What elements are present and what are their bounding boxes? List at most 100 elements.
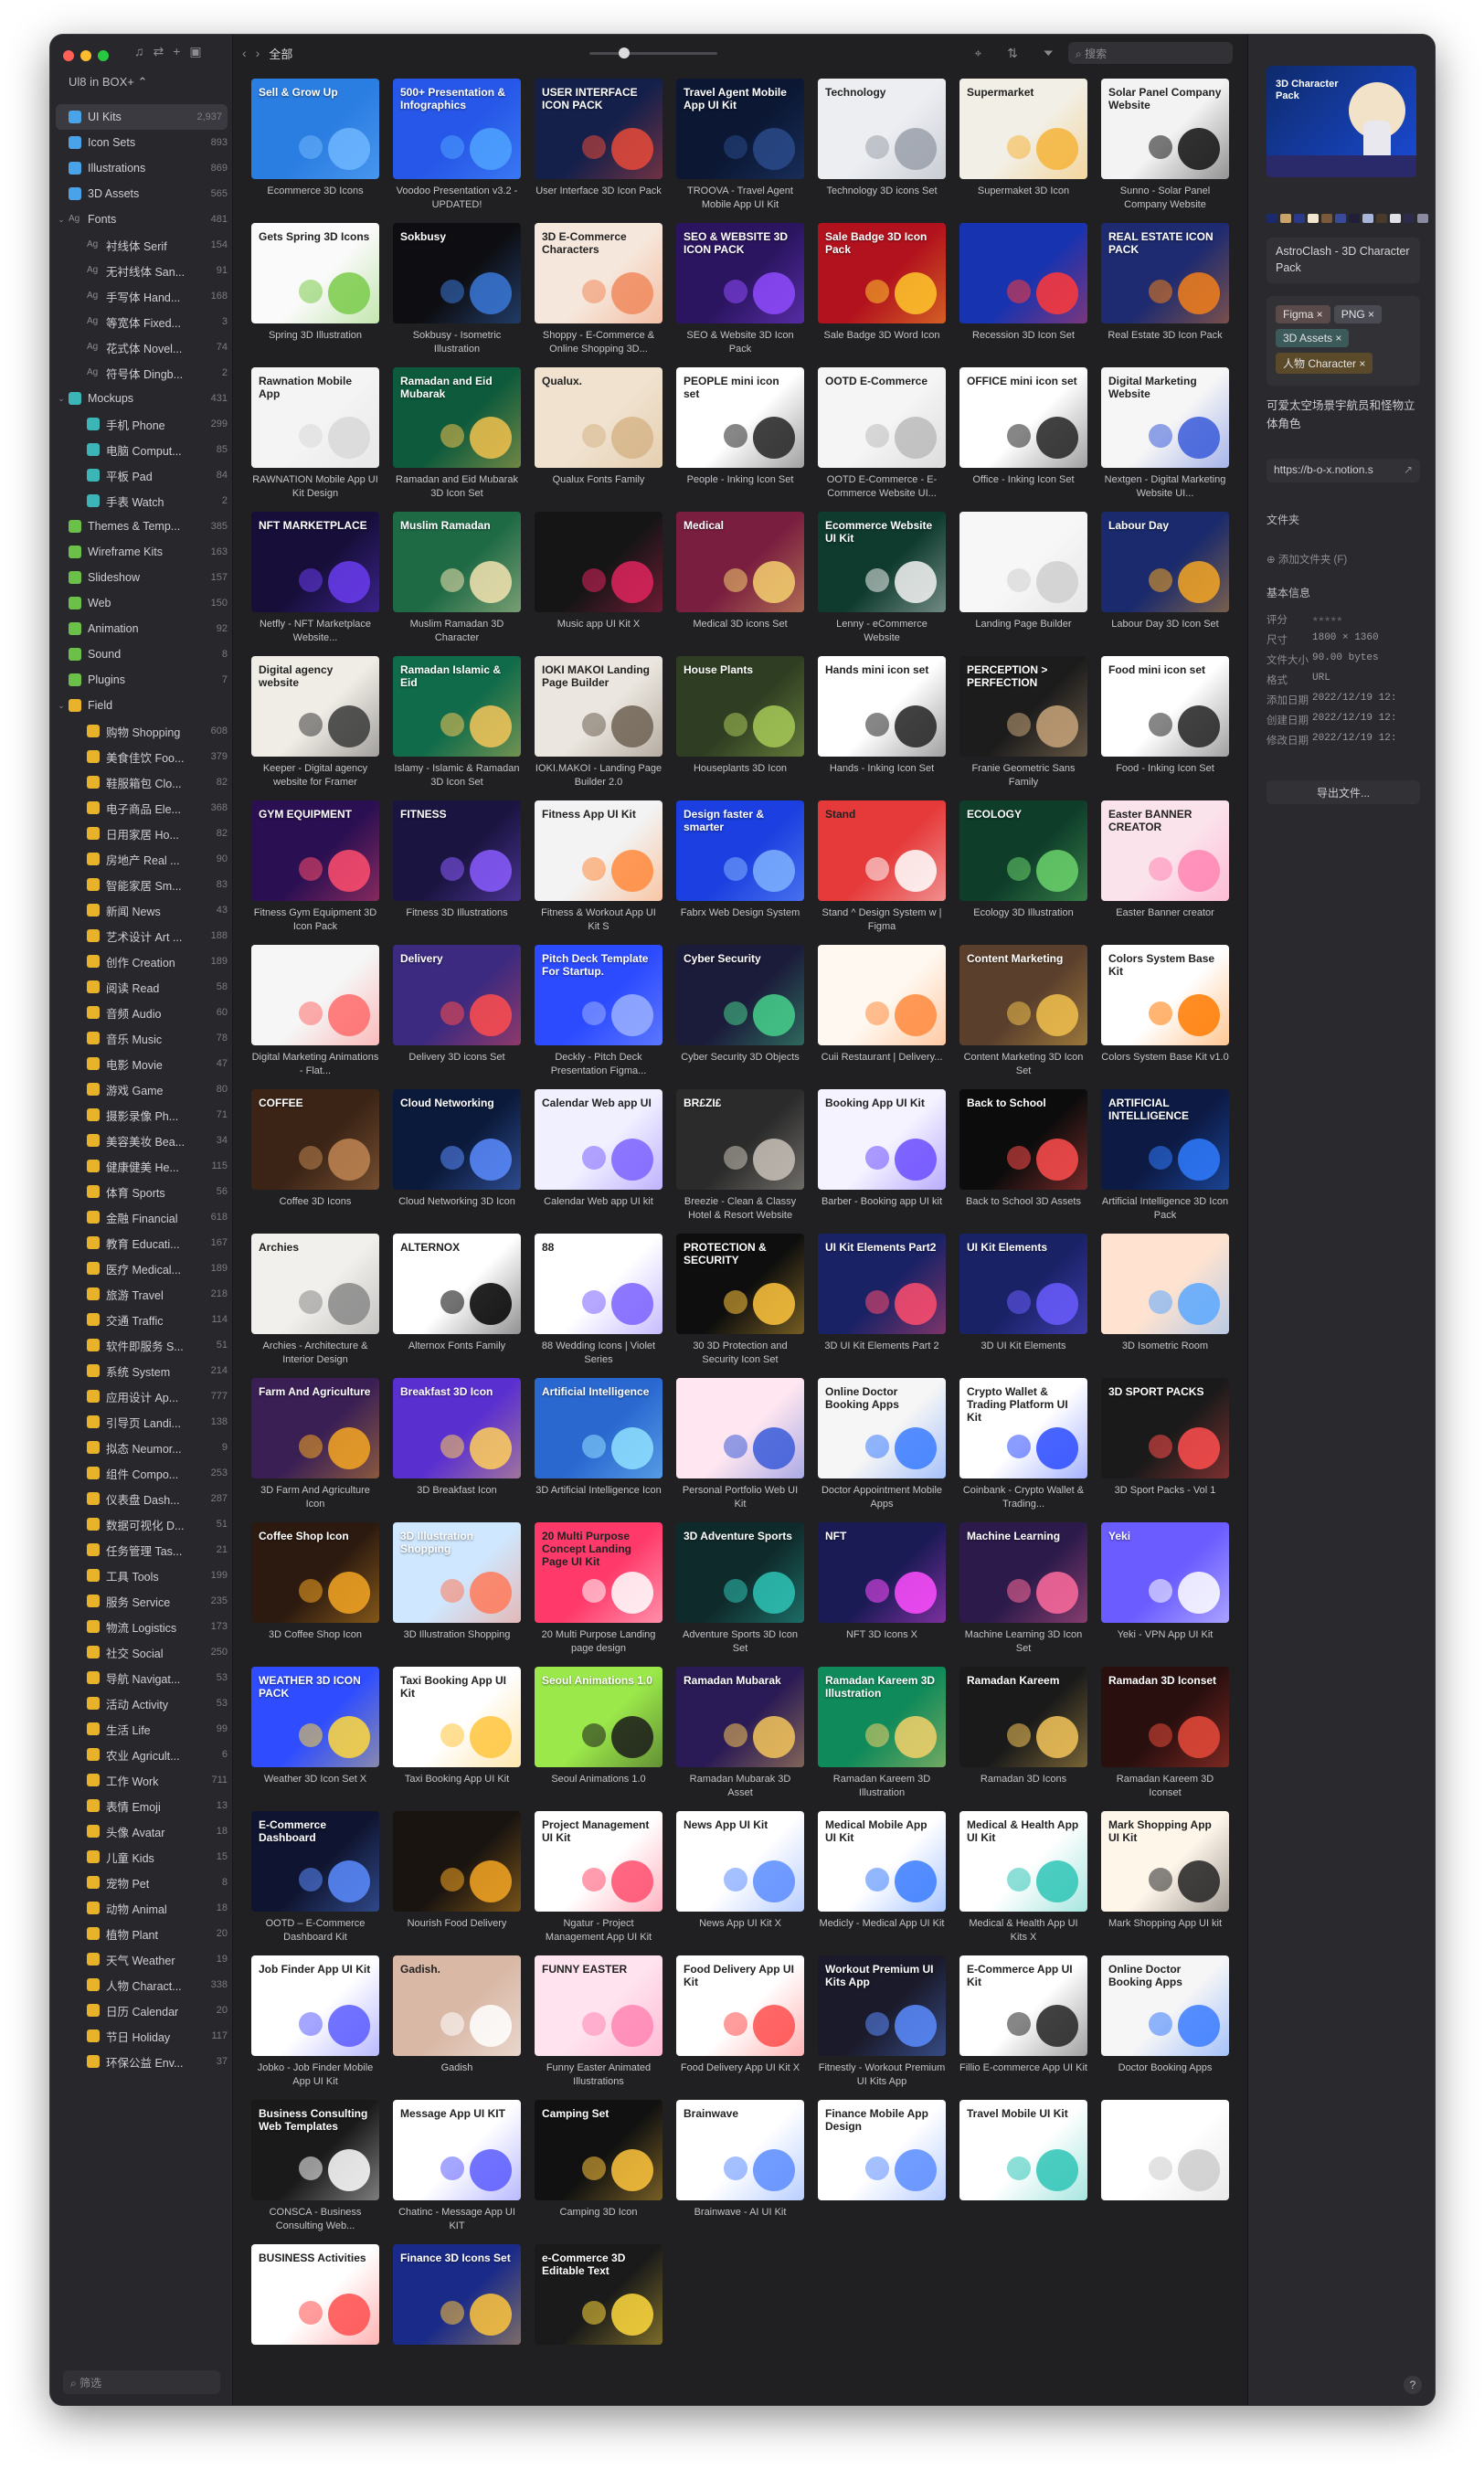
asset-card[interactable]: 88 88 Wedding Icons | Violet Series bbox=[535, 1234, 662, 1367]
asset-card[interactable]: Food mini icon set Food - Inking Icon Set bbox=[1101, 656, 1229, 789]
asset-thumbnail[interactable]: FITNESS bbox=[393, 800, 521, 901]
asset-card[interactable]: Ramadan Kareem 3D Illustration Ramadan Ka… bbox=[818, 1667, 946, 1800]
remove-tag-icon[interactable]: × bbox=[1332, 332, 1341, 344]
tag-chip[interactable]: PNG × bbox=[1333, 305, 1383, 323]
asset-card[interactable]: Medical & Health App UI Kit Medical & Hea… bbox=[959, 1811, 1087, 1944]
sidebar-item[interactable]: ⌄ Ag Fonts 481 bbox=[50, 207, 233, 232]
sidebar-item[interactable]: ⌄ Mockups 431 bbox=[50, 386, 233, 411]
asset-card[interactable]: Ramadan Kareem Ramadan 3D Icons bbox=[959, 1667, 1087, 1800]
asset-card[interactable]: Ramadan Islamic & Eid Islamy - Islamic & … bbox=[393, 656, 521, 789]
asset-card[interactable]: Rawnation Mobile App RAWNATION Mobile App… bbox=[251, 367, 379, 501]
sidebar-item[interactable]: Ag 等宽体 Fixed... 3 bbox=[50, 309, 233, 334]
asset-thumbnail[interactable]: PERCEPTION > PERFECTION bbox=[959, 656, 1087, 757]
asset-thumbnail[interactable]: Ramadan Kareem bbox=[959, 1667, 1087, 1767]
asset-thumbnail[interactable]: Cloud Networking bbox=[393, 1089, 521, 1190]
asset-card[interactable]: Qualux. Qualux Fonts Family bbox=[535, 367, 662, 501]
asset-card[interactable]: Machine Learning Machine Learning 3D Icon… bbox=[959, 1522, 1087, 1656]
sidebar-item[interactable]: Ag 花式体 Novel... 74 bbox=[50, 334, 233, 360]
asset-thumbnail[interactable]: Calendar Web app UI bbox=[535, 1089, 662, 1190]
asset-card[interactable]: Crypto Wallet & Trading Platform UI Kit C… bbox=[959, 1378, 1087, 1511]
sidebar-item[interactable]: 物流 Logistics 173 bbox=[50, 1614, 233, 1639]
asset-card[interactable]: Medical Mobile App UI Kit Medicly - Medic… bbox=[818, 1811, 946, 1944]
sidebar-item[interactable]: ⌄ Field bbox=[50, 693, 233, 718]
asset-card[interactable]: Design faster & smarter Fabrx Web Design … bbox=[676, 800, 804, 934]
asset-thumbnail[interactable]: NFT MARKETPLACE bbox=[251, 512, 379, 612]
asset-card[interactable]: PROTECTION & SECURITY 30 3D Protection an… bbox=[676, 1234, 804, 1367]
tag-chip[interactable]: 人物 Character × bbox=[1276, 353, 1373, 374]
sidebar-item[interactable]: 天气 Weather 19 bbox=[50, 1946, 233, 1972]
asset-card[interactable]: Mark Shopping App UI Kit Mark Shopping Ap… bbox=[1101, 1811, 1229, 1944]
asset-card[interactable]: Muslim Ramadan Muslim Ramadan 3D Characte… bbox=[393, 512, 521, 645]
asset-card[interactable]: 3D Adventure Sports Adventure Sports 3D I… bbox=[676, 1522, 804, 1656]
asset-thumbnail[interactable]: e-Commerce 3D Editable Text bbox=[535, 2244, 662, 2345]
asset-thumbnail[interactable]: UI Kit Elements bbox=[959, 1234, 1087, 1334]
asset-card[interactable]: NFT MARKETPLACE Netfly - NFT Marketplace … bbox=[251, 512, 379, 645]
asset-card[interactable]: Music app UI Kit X bbox=[535, 512, 662, 645]
color-palette[interactable] bbox=[1267, 214, 1428, 223]
asset-thumbnail[interactable]: Medical bbox=[676, 512, 804, 612]
sidebar-item[interactable]: 艺术设计 Art ... 188 bbox=[50, 923, 233, 948]
color-swatch[interactable] bbox=[1294, 214, 1305, 223]
back-icon[interactable]: ‹ bbox=[242, 46, 247, 60]
filter-input[interactable]: ⌕ 筛选 bbox=[63, 2370, 220, 2394]
sidebar-item[interactable]: 电影 Movie 47 bbox=[50, 1051, 233, 1076]
asset-card[interactable]: Recession 3D Icon Set bbox=[959, 223, 1087, 356]
asset-card[interactable]: REAL ESTATE ICON PACK Real Estate 3D Icon… bbox=[1101, 223, 1229, 356]
search-input[interactable]: ⌕ 搜索 bbox=[1068, 42, 1233, 64]
asset-card[interactable]: Technology Technology 3D icons Set bbox=[818, 79, 946, 212]
sidebar-item[interactable]: Themes & Temp... 385 bbox=[50, 514, 233, 539]
asset-thumbnail[interactable]: 20 Multi Purpose Concept Landing Page UI… bbox=[535, 1522, 662, 1623]
asset-card[interactable]: Finance Mobile App Design bbox=[818, 2100, 946, 2233]
asset-card[interactable]: COFFEE Coffee 3D Icons bbox=[251, 1089, 379, 1223]
asset-thumbnail[interactable]: Qualux. bbox=[535, 367, 662, 468]
asset-card[interactable]: Ramadan and Eid Mubarak Ramadan and Eid M… bbox=[393, 367, 521, 501]
asset-thumbnail[interactable]: E-Commerce Dashboard bbox=[251, 1811, 379, 1912]
sidebar-item[interactable]: 交通 Traffic 114 bbox=[50, 1307, 233, 1332]
asset-card[interactable]: Hands mini icon set Hands - Inking Icon S… bbox=[818, 656, 946, 789]
sidebar-item[interactable]: 仪表盘 Dash... 287 bbox=[50, 1486, 233, 1511]
color-swatch[interactable] bbox=[1362, 214, 1373, 223]
sidebar-item[interactable]: 新闻 News 43 bbox=[50, 897, 233, 923]
sidebar-item[interactable]: 农业 Agricult... 6 bbox=[50, 1742, 233, 1767]
asset-card[interactable]: Gets Spring 3D Icons Spring 3D Illustrati… bbox=[251, 223, 379, 356]
item-url[interactable]: https://b-o-x.notion.s ↗ bbox=[1267, 459, 1420, 482]
asset-thumbnail[interactable]: Crypto Wallet & Trading Platform UI Kit bbox=[959, 1378, 1087, 1478]
tag-chip[interactable]: 3D Assets × bbox=[1276, 329, 1350, 347]
sidebar-item[interactable]: 导航 Navigat... 53 bbox=[50, 1665, 233, 1690]
asset-thumbnail[interactable]: Digital agency website bbox=[251, 656, 379, 757]
sidebar-item[interactable]: 电脑 Comput... 85 bbox=[50, 437, 233, 462]
sidebar-item[interactable]: 拟态 Neumor... 9 bbox=[50, 1435, 233, 1460]
asset-thumbnail[interactable]: SEO & WEBSITE 3D ICON PACK bbox=[676, 223, 804, 323]
asset-thumbnail[interactable]: Medical & Health App UI Kit bbox=[959, 1811, 1087, 1912]
asset-thumbnail[interactable]: Stand bbox=[818, 800, 946, 901]
asset-thumbnail[interactable]: IOKI MAKOI Landing Page Builder bbox=[535, 656, 662, 757]
asset-card[interactable]: Online Doctor Booking Apps Doctor Appoint… bbox=[818, 1378, 946, 1511]
asset-card[interactable]: E-Commerce Dashboard OOTD – E-Commerce Da… bbox=[251, 1811, 379, 1944]
color-swatch[interactable] bbox=[1376, 214, 1387, 223]
sidebar-item[interactable]: 系统 System 214 bbox=[50, 1358, 233, 1383]
asset-thumbnail[interactable]: Digital Marketing Website bbox=[1101, 367, 1229, 468]
asset-card[interactable]: PERCEPTION > PERFECTION Franie Geometric … bbox=[959, 656, 1087, 789]
sidebar-item[interactable]: 电子商品 Ele... 368 bbox=[50, 795, 233, 821]
asset-thumbnail[interactable] bbox=[818, 945, 946, 1045]
color-swatch[interactable] bbox=[1335, 214, 1346, 223]
sidebar-item[interactable]: 宠物 Pet 8 bbox=[50, 1870, 233, 1895]
asset-thumbnail[interactable]: NFT bbox=[818, 1522, 946, 1623]
asset-card[interactable]: Sokbusy Sokbusy - Isometric Illustration bbox=[393, 223, 521, 356]
asset-card[interactable]: Gadish. Gadish bbox=[393, 1955, 521, 2089]
sidebar-item[interactable]: 软件即服务 S... 51 bbox=[50, 1332, 233, 1358]
item-note[interactable]: 可爱太空场景宇航员和怪物立体角色 bbox=[1267, 397, 1420, 433]
asset-thumbnail[interactable]: Finance Mobile App Design bbox=[818, 2100, 946, 2200]
sidebar-item[interactable]: 手机 Phone 299 bbox=[50, 411, 233, 437]
asset-card[interactable]: Message App UI KIT Chatinc - Message App … bbox=[393, 2100, 521, 2233]
asset-thumbnail[interactable]: Fitness App UI Kit bbox=[535, 800, 662, 901]
asset-thumbnail[interactable]: Machine Learning bbox=[959, 1522, 1087, 1623]
thumbnail-size-slider[interactable] bbox=[589, 48, 717, 58]
sidebar-item[interactable]: Sound 8 bbox=[50, 641, 233, 667]
remove-tag-icon[interactable]: × bbox=[1313, 308, 1323, 321]
sidebar-item[interactable]: 3D Assets 565 bbox=[50, 181, 233, 207]
asset-thumbnail[interactable]: Gadish. bbox=[393, 1955, 521, 2056]
asset-card[interactable]: Nourish Food Delivery bbox=[393, 1811, 521, 1944]
asset-card[interactable]: e-Commerce 3D Editable Text bbox=[535, 2244, 662, 2378]
asset-card[interactable]: Cyber Security Cyber Security 3D Objects bbox=[676, 945, 804, 1078]
